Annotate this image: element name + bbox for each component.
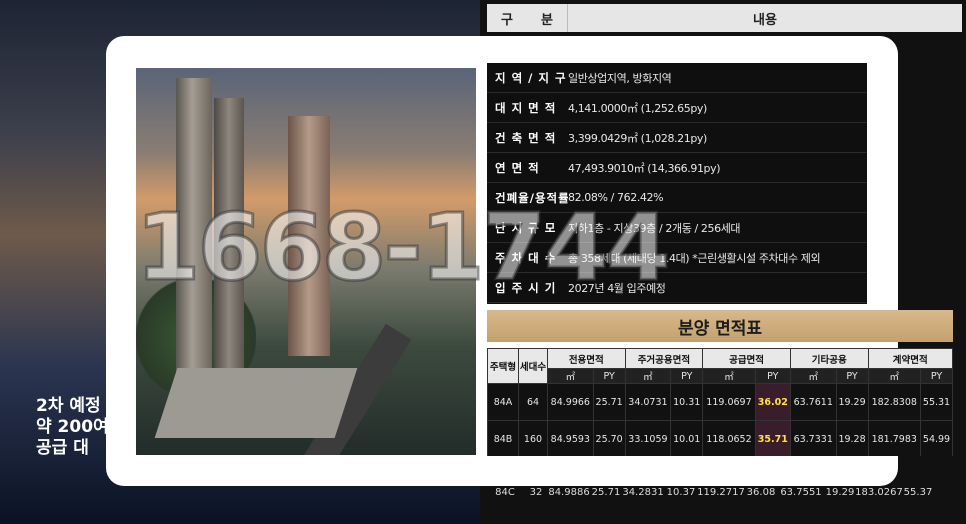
th-py: PY	[592, 368, 626, 384]
header-gubun-2: 분	[541, 12, 553, 28]
cell: 34.0731	[624, 383, 672, 421]
info-label: 연 면 적	[495, 160, 540, 175]
th-contract: 계약면적	[867, 348, 953, 369]
cell: 25.70	[592, 420, 626, 456]
background-table-header: 구 분 내용	[487, 4, 962, 32]
th-exclusive: 전용면적	[547, 348, 626, 369]
th-residential-common: 주거공용면적	[624, 348, 704, 369]
cell: 84.9593	[547, 420, 594, 456]
cell: 10.01	[670, 420, 704, 456]
th-sqm: ㎡	[789, 368, 837, 384]
cell-highlight: 35.71	[754, 420, 791, 456]
info-row: 지 역 / 지 구 일반상업지역, 방화지역	[487, 63, 867, 93]
cell: 63.7611	[789, 383, 837, 421]
th-units: 세대수	[518, 348, 548, 384]
th-sqm: ㎡	[547, 368, 594, 384]
info-label: 지 역 / 지 구	[495, 70, 567, 85]
cell: 119.0697	[702, 383, 756, 421]
cell: 19.28	[835, 420, 869, 456]
th-supply: 공급면적	[702, 348, 791, 369]
th-sqm: ㎡	[702, 368, 756, 384]
th-py: PY	[754, 368, 791, 384]
info-row: 연 면 적 47,493.9010㎡ (14,366.91py)	[487, 153, 867, 183]
header-content: 내용	[753, 12, 777, 28]
area-table-title: 분양 면적표	[487, 310, 953, 342]
info-label: 대 지 면 적	[495, 100, 557, 115]
cell: 54.99	[920, 420, 953, 456]
left-text-line: 약 200여	[36, 417, 109, 437]
cell-highlight: 36.02	[754, 383, 791, 421]
cell: 84B	[487, 420, 519, 456]
podium-shape	[154, 368, 358, 438]
background-left-text: 2차 예정 약 200여 공급 대	[36, 396, 109, 459]
th-py: PY	[920, 368, 953, 384]
cell: 10.31	[670, 383, 704, 421]
left-text-line: 공급 대	[36, 438, 89, 458]
cell: 118.0652	[702, 420, 756, 456]
th-sqm: ㎡	[624, 368, 672, 384]
cell: 55.37	[903, 486, 933, 498]
phone-number-overlay[interactable]: 1668-1744	[135, 193, 856, 303]
info-value: 47,493.9010㎡ (14,366.91py)	[568, 161, 721, 175]
info-value: 일반상업지역, 방화지역	[568, 71, 672, 85]
info-row: 대 지 면 적 4,141.0000㎡ (1,252.65py)	[487, 93, 867, 123]
cell: 63.7331	[789, 420, 837, 456]
area-table: 주택형 세대수 전용면적 주거공용면적 공급면적 기타공용 계약면적 ㎡ PY ㎡…	[487, 348, 953, 456]
cell: 84A	[487, 383, 519, 421]
header-gubun-1: 구	[501, 12, 513, 28]
cell: 84.9966	[547, 383, 594, 421]
table-row: 84B 160 84.9593 25.70 33.1059 10.01 118.…	[487, 420, 953, 456]
cell: 181.7983	[867, 420, 922, 456]
cell: 19.29	[835, 383, 869, 421]
cell: 64	[518, 383, 548, 421]
table-row: 84A 64 84.9966 25.71 34.0731 10.31 119.0…	[487, 383, 953, 421]
th-py: PY	[835, 368, 869, 384]
cell: 55.31	[920, 383, 953, 421]
info-label: 건 축 면 적	[495, 130, 557, 145]
th-py: PY	[670, 368, 704, 384]
info-value: 3,399.0429㎡ (1,028.21py)	[568, 131, 707, 145]
th-type: 주택형	[487, 348, 519, 384]
th-sqm: ㎡	[867, 368, 922, 384]
th-other-common: 기타공용	[789, 348, 869, 369]
cell: 160	[518, 420, 548, 456]
left-text-line: 2차 예정	[36, 396, 101, 416]
cell: 33.1059	[624, 420, 672, 456]
info-value: 4,141.0000㎡ (1,252.65py)	[568, 101, 707, 115]
cell: 182.8308	[867, 383, 922, 421]
cell: 25.71	[592, 383, 626, 421]
info-row: 건 축 면 적 3,399.0429㎡ (1,028.21py)	[487, 123, 867, 153]
